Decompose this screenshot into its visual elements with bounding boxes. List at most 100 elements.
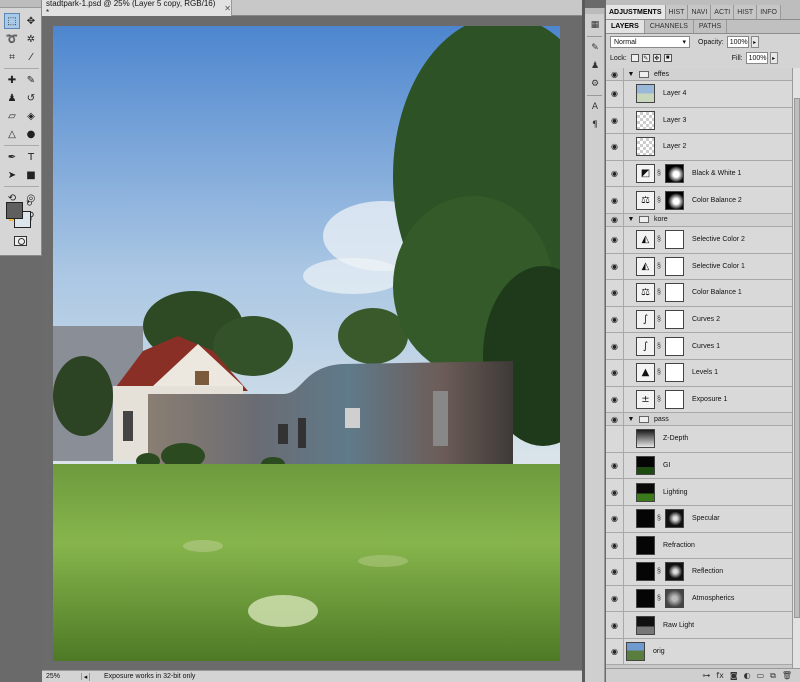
add-mask-icon[interactable]: ◙ [730, 671, 738, 680]
swap-colors-icon[interactable]: ↻ [26, 199, 33, 208]
blur-tool-icon[interactable]: △ [4, 126, 20, 142]
tab-info[interactable]: INFO [757, 5, 781, 19]
clone-source-panel-icon[interactable]: ♟ [588, 59, 602, 73]
layer-row[interactable]: ◉ Layer 2 [606, 134, 792, 161]
eye-icon[interactable]: ◉ [606, 532, 624, 559]
histogram-panel-icon[interactable]: ▦ [588, 18, 602, 32]
opacity-field[interactable]: 100% [726, 36, 749, 48]
layer-mask-thumbnail[interactable] [665, 588, 684, 608]
status-menu-arrow-icon[interactable]: ◂ [82, 672, 90, 681]
paint-bucket-tool-icon[interactable]: ◈ [23, 108, 39, 124]
link-layers-icon[interactable]: ⊶ [702, 671, 710, 680]
eye-icon[interactable]: ◉ [606, 452, 624, 479]
brush-tool-icon[interactable]: ✎ [23, 72, 39, 88]
chain-link-icon[interactable]: § [656, 396, 662, 403]
layer-mask-thumbnail[interactable] [665, 509, 684, 529]
rectangle-tool-icon[interactable]: ■ [23, 167, 39, 183]
layers-scrollbar[interactable] [792, 68, 800, 668]
layer-row[interactable]: ◉ Layer 4 [606, 81, 792, 108]
chevron-down-icon[interactable]: ▼ [626, 216, 636, 223]
lock-all-icon[interactable]: ■ [663, 54, 672, 62]
clone-stamp-tool-icon[interactable]: ♟ [4, 90, 20, 106]
lock-position-icon[interactable]: ✥ [652, 54, 661, 62]
layer-row[interactable]: ◉ ⚖ § Color Balance 1 [606, 280, 792, 307]
new-adjustment-layer-icon[interactable]: ◐ [744, 671, 751, 680]
document-canvas[interactable] [53, 26, 560, 661]
marquee-tool-icon[interactable]: ⬚ [4, 13, 20, 29]
tab-paths[interactable]: PATHS [694, 20, 728, 33]
eye-icon[interactable]: ◉ [606, 187, 624, 213]
canvas-area[interactable] [42, 16, 582, 670]
healing-brush-tool-icon[interactable]: ✚ [4, 72, 20, 88]
tab-histogram[interactable]: HIST [665, 5, 689, 19]
layer-row[interactable]: ◉ Z-Depth [606, 426, 792, 453]
eye-icon[interactable]: ◉ [606, 306, 624, 333]
eraser-tool-icon[interactable]: ▱ [4, 108, 20, 124]
layer-mask-thumbnail[interactable] [665, 164, 684, 184]
scrollbar-thumb[interactable] [794, 98, 800, 618]
crop-tool-icon[interactable]: ⌗ [4, 49, 20, 65]
layer-group-effes[interactable]: ◉ ▼ effes [606, 68, 792, 81]
eye-icon[interactable]: ◉ [606, 226, 624, 253]
eye-icon[interactable]: ◉ [606, 280, 624, 306]
layer-mask-thumbnail[interactable] [665, 283, 684, 303]
layer-row[interactable]: ◉ Refraction [606, 532, 792, 560]
eye-icon[interactable]: ◉ [606, 479, 624, 505]
layer-mask-thumbnail[interactable] [665, 336, 684, 356]
layer-row[interactable]: ◉ § Specular [606, 505, 792, 533]
chain-link-icon[interactable]: § [656, 343, 662, 350]
layer-row[interactable]: ◉ ▲ § Levels 1 [606, 359, 792, 387]
eye-icon[interactable]: ◉ [606, 413, 624, 426]
eyedropper-tool-icon[interactable]: ⁄ [23, 49, 39, 65]
tab-adjustments[interactable]: ADJUSTMENTS [606, 5, 666, 19]
eye-icon[interactable]: ◉ [606, 160, 624, 187]
eye-icon[interactable]: ◉ [606, 68, 624, 80]
move-tool-icon[interactable]: ✥ [23, 13, 39, 29]
tool-presets-panel-icon[interactable]: ⚙ [588, 77, 602, 91]
history-brush-tool-icon[interactable]: ↺ [23, 90, 39, 106]
chain-link-icon[interactable]: § [656, 236, 662, 243]
layer-row[interactable]: ◉ orig [606, 638, 792, 666]
layer-row[interactable]: ◉ ◭ § Selective Color 1 [606, 253, 792, 281]
foreground-color-swatch[interactable] [6, 202, 23, 219]
new-group-icon[interactable]: ▭ [757, 671, 765, 680]
new-layer-icon[interactable]: ⧉ [770, 671, 776, 681]
fill-field[interactable]: 100% [745, 52, 768, 64]
lasso-tool-icon[interactable]: ➰ [4, 31, 20, 47]
layer-row[interactable]: ◉ ± § Exposure 1 [606, 386, 792, 414]
layer-row[interactable]: ◉ § Atmospherics [606, 585, 792, 613]
layer-row[interactable]: ◉ Raw Light [606, 612, 792, 639]
eye-icon[interactable]: ◉ [606, 134, 624, 160]
character-panel-icon[interactable]: A [588, 100, 602, 114]
eye-icon[interactable]: ◉ [606, 505, 624, 532]
chain-link-icon[interactable]: § [656, 316, 662, 323]
layer-row[interactable]: ◉ ∫ § Curves 2 [606, 306, 792, 334]
layer-group-pass[interactable]: ◉ ▼ pass [606, 413, 792, 427]
paragraph-panel-icon[interactable]: ¶ [588, 118, 602, 132]
tab-channels[interactable]: CHANNELS [645, 20, 694, 33]
layer-row[interactable]: ◉ ◭ § Selective Color 2 [606, 226, 792, 254]
tab-layers[interactable]: LAYERS [606, 20, 645, 33]
tab-actions[interactable]: ACTI [711, 5, 735, 19]
chain-link-icon[interactable]: § [656, 263, 662, 270]
dock-grip[interactable] [585, 8, 604, 14]
layer-mask-thumbnail[interactable] [665, 310, 684, 330]
path-selection-tool-icon[interactable]: ➤ [4, 167, 20, 183]
layer-mask-thumbnail[interactable] [665, 190, 684, 210]
layer-style-icon[interactable]: fx [716, 671, 724, 680]
eye-icon[interactable]: ◉ [606, 638, 624, 665]
opacity-slider-arrow-icon[interactable]: ▸ [750, 36, 759, 48]
brushes-panel-icon[interactable]: ✎ [588, 41, 602, 55]
layer-mask-thumbnail[interactable] [665, 562, 684, 582]
close-icon[interactable]: ✕ [224, 4, 231, 13]
layer-row[interactable]: ◉ § Reflection [606, 559, 792, 586]
chain-link-icon[interactable]: § [656, 515, 662, 522]
chevron-down-icon[interactable]: ▼ [626, 416, 636, 423]
layers-list[interactable]: ◉ ▼ effes ◉ Layer 4 ◉ Layer 3 ◉ Layer 2 … [606, 68, 792, 668]
layer-row[interactable]: ◉ Layer 3 [606, 107, 792, 135]
eye-icon[interactable]: ◉ [606, 559, 624, 585]
zoom-level-field[interactable]: 25% [42, 673, 82, 680]
fill-slider-arrow-icon[interactable]: ▸ [769, 52, 778, 64]
tab-history[interactable]: HIST [734, 5, 758, 19]
eye-icon[interactable]: ◉ [606, 333, 624, 359]
